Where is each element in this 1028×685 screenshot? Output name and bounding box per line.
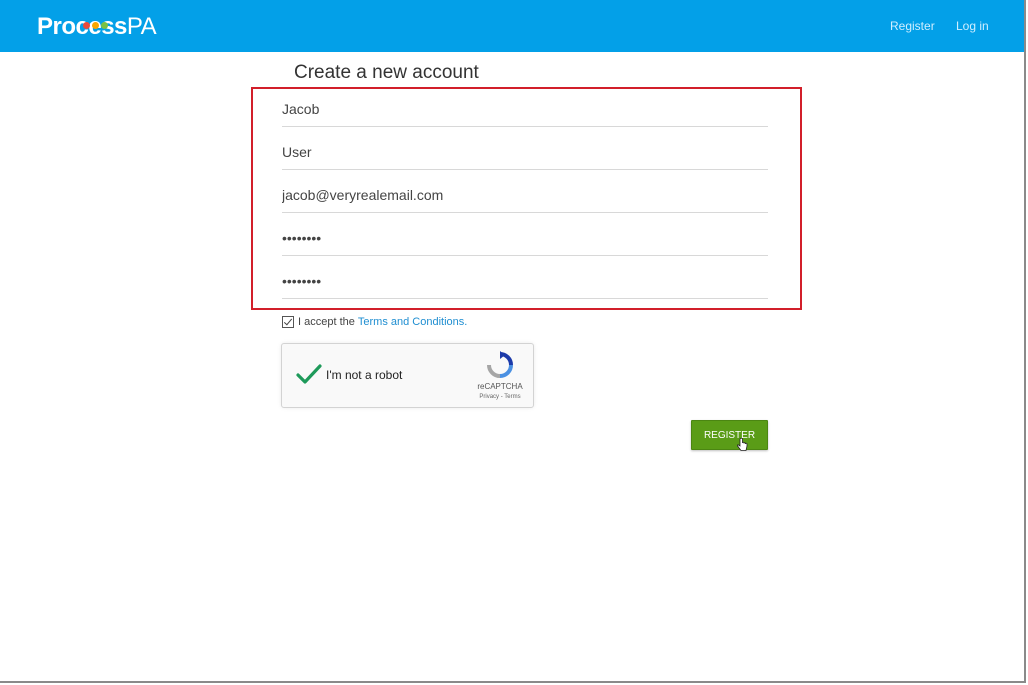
page-title: Create a new account [294,62,479,83]
email-input[interactable] [282,178,768,212]
hand-cursor-icon [737,438,748,451]
browser-page: ProcessPA Register Log in Create a new a… [0,0,1026,683]
confirm-password-field[interactable] [282,264,768,299]
nav-register-link[interactable]: Register [890,19,935,33]
logo-dot-red [83,22,90,29]
terms-link[interactable]: Terms and Conditions. [358,316,467,328]
password-field[interactable] [282,221,768,256]
logo-text-bold: Process [37,13,127,40]
logo-dot-orange [92,22,99,29]
first-name-input[interactable] [282,92,768,126]
nav-login-link[interactable]: Log in [956,19,989,33]
logo-text-light: PA [126,13,157,40]
recaptcha-widget[interactable]: I'm not a robot reCAPTCHA Privacy - Term… [281,343,534,408]
register-button[interactable]: REGISTER [691,420,768,450]
logo-dots [83,7,113,29]
header-bar: ProcessPA Register Log in [0,0,1024,52]
captcha-check-icon[interactable] [296,363,322,385]
email-field[interactable] [282,178,768,213]
terms-checkbox[interactable] [282,316,294,328]
recaptcha-privacy-terms[interactable]: Privacy - Terms [472,394,528,400]
captcha-label: I'm not a robot [326,368,403,382]
processpa-logo[interactable]: ProcessPA [37,12,157,42]
last-name-input[interactable] [282,135,768,169]
recaptcha-logo-icon [487,351,513,378]
confirm-password-input[interactable] [282,264,768,298]
last-name-field[interactable] [282,135,768,170]
password-input[interactable] [282,221,768,255]
terms-label: I accept the [298,316,355,328]
terms-row: I accept the Terms and Conditions. [282,314,467,330]
logo-dot-green [101,22,108,29]
recaptcha-brand: reCAPTCHA [477,382,523,391]
first-name-field[interactable] [282,92,768,127]
